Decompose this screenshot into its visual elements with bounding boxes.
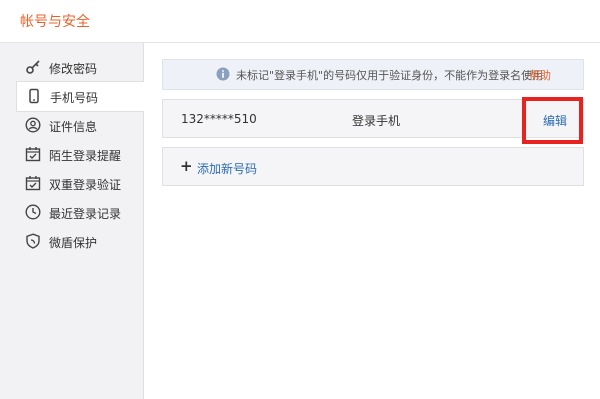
notice-bar: 未标记"登录手机"的号码仅用于验证身份，不能作为登录名使用 帮助 [162, 59, 584, 90]
notice-text: 未标记"登录手机"的号码仅用于验证身份，不能作为登录名使用 [236, 69, 544, 82]
clock-icon [25, 204, 41, 220]
shield-icon [26, 233, 40, 249]
sidebar-item-two-step[interactable]: 双重登录验证 [16, 169, 143, 198]
help-link[interactable]: 帮助 [529, 67, 551, 83]
page-title: 帐号与安全 [20, 14, 90, 30]
key-icon [26, 60, 40, 74]
sidebar-item-unfamiliar-login[interactable]: 陌生登录提醒 [16, 140, 143, 169]
sidebar-item-label: 手机号码 [50, 91, 99, 105]
id-card-icon [25, 117, 41, 133]
login-phone-tag: 登录手机 [352, 114, 401, 128]
sidebar-item-phone[interactable]: 手机号码 [16, 81, 144, 112]
add-number-button[interactable]: + 添加新号码 [162, 147, 584, 186]
sidebar: 修改密码 手机号码 证件信息 陌生登录提醒 双重登录验证 最近登录记录 微盾保护 [0, 43, 144, 399]
sidebar-item-label: 修改密码 [49, 62, 98, 76]
info-icon [216, 67, 230, 81]
add-number-label: 添加新号码 [197, 162, 258, 176]
phone-row: 132*****510 登录手机 编辑 [162, 99, 584, 138]
edit-button[interactable]: 编辑 [543, 112, 567, 129]
phone-number: 132*****510 [181, 112, 257, 126]
calendar-check-icon [25, 176, 41, 191]
sidebar-item-label: 证件信息 [49, 120, 98, 134]
sidebar-item-label: 双重登录验证 [49, 178, 122, 192]
sidebar-item-label: 最近登录记录 [49, 207, 122, 221]
main-content: 未标记"登录手机"的号码仅用于验证身份，不能作为登录名使用 帮助 132****… [144, 43, 600, 399]
sidebar-item-shield[interactable]: 微盾保护 [16, 227, 143, 256]
plus-icon: + [180, 157, 193, 175]
sidebar-item-recent-logins[interactable]: 最近登录记录 [16, 198, 143, 227]
sidebar-item-label: 陌生登录提醒 [49, 149, 122, 163]
header: 帐号与安全 [0, 0, 600, 43]
phone-icon [29, 88, 39, 104]
sidebar-item-change-password[interactable]: 修改密码 [16, 53, 143, 82]
sidebar-item-label: 微盾保护 [49, 236, 98, 250]
calendar-alert-icon [25, 147, 41, 162]
sidebar-item-id-info[interactable]: 证件信息 [16, 111, 143, 140]
